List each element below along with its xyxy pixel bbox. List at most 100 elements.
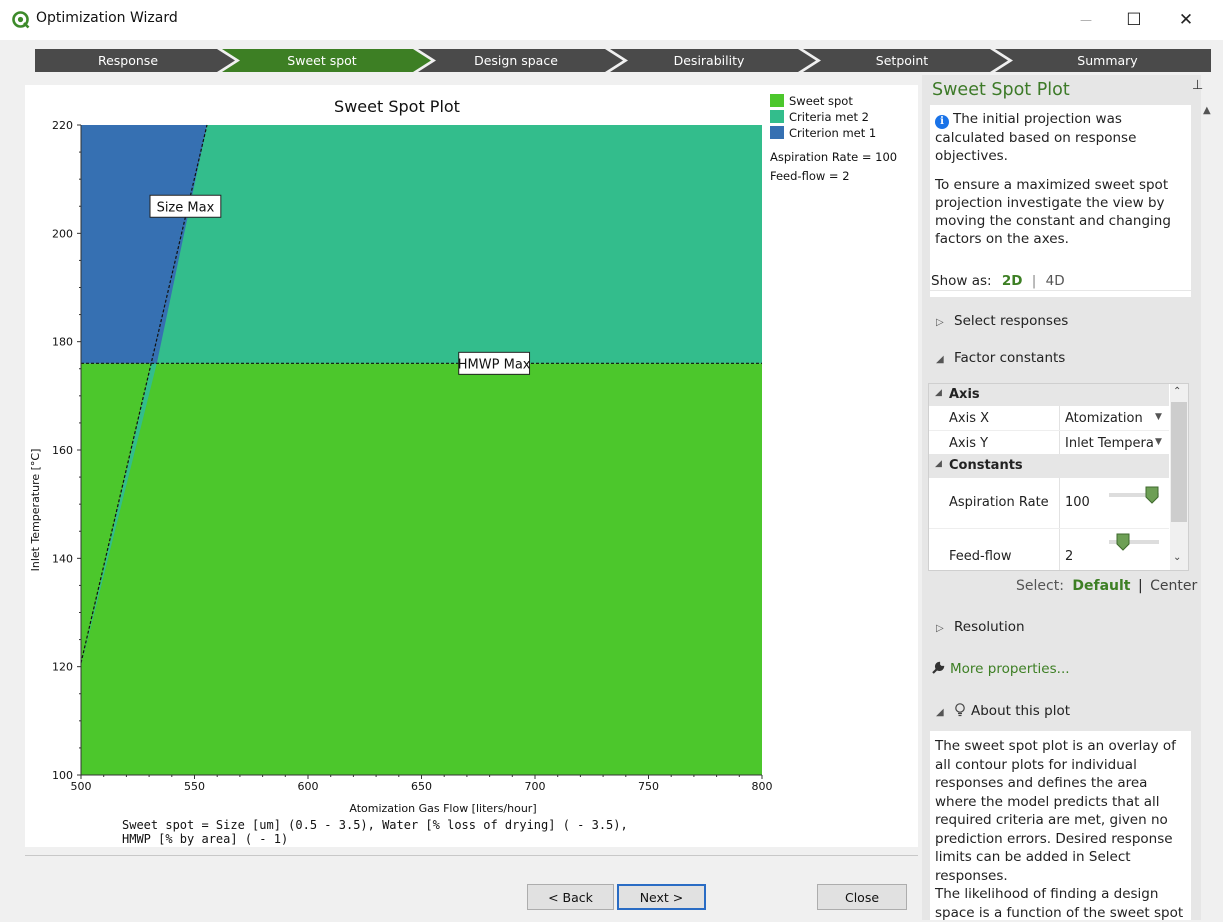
legend-label: Criteria met 2 — [789, 110, 869, 124]
footnote-line-1: Sweet spot = Size [um] (0.5 - 3.5), Wate… — [122, 818, 628, 832]
legend-label: Criterion met 1 — [789, 126, 876, 140]
y-tick-label: 120 — [52, 661, 73, 674]
legend-note: Aspiration Rate = 100 — [770, 150, 897, 164]
boundary-label: HMWP Max — [458, 357, 531, 372]
app-logo-icon — [12, 11, 30, 29]
title-bar: Optimization Wizard — ☐ ✕ — [0, 0, 1223, 40]
x-tick-label: 550 — [184, 780, 205, 793]
factor-grid: ◢ Axis Axis X Atomization ▼ Axis Y Inlet… — [928, 383, 1189, 571]
pin-icon[interactable]: ⊥ — [1192, 78, 1203, 93]
show-as-2d[interactable]: 2D — [1002, 273, 1023, 289]
feedflow-value: 2 — [1065, 549, 1074, 564]
maximize-icon: ☐ — [1126, 10, 1142, 30]
expand-right-icon: ▷ — [936, 317, 944, 328]
properties-panel: Sweet Spot Plot i The initial projection … — [922, 75, 1201, 921]
slider-thumb[interactable] — [1145, 486, 1159, 504]
y-tick-label: 160 — [52, 444, 73, 457]
about-text-1: The sweet spot plot is an overlay of all… — [935, 738, 1176, 884]
x-tick-label: 600 — [298, 780, 319, 793]
slider-thumb[interactable] — [1116, 533, 1130, 551]
x-axis-label: Atomization Gas Flow [liters/hour] — [349, 802, 536, 815]
resolution-section[interactable]: ▷ Resolution — [936, 619, 1025, 635]
grid-row-axis-x: Axis X Atomization ▼ — [929, 406, 1169, 430]
select-label: Select: — [1016, 578, 1064, 594]
about-this-plot-section[interactable]: ◢ About this plot — [936, 703, 1070, 719]
grid-constants-header[interactable]: ◢ Constants — [929, 454, 1169, 478]
panel-scrollbar[interactable] — [1201, 100, 1217, 920]
collapse-down-icon: ◢ — [936, 707, 944, 718]
back-button[interactable]: < Back — [527, 884, 614, 910]
info-text-1: i The initial projection was calculated b… — [935, 110, 1187, 165]
factor-constants-label: Factor constants — [954, 350, 1066, 366]
close-button[interactable]: Close — [817, 884, 907, 910]
grid-scrollbar[interactable]: ⌃ ⌄ — [1170, 384, 1188, 570]
minimize-icon: — — [1080, 13, 1092, 27]
legend-swatch — [770, 110, 784, 123]
show-as-4d[interactable]: 4D — [1046, 273, 1065, 289]
y-tick-label: 140 — [52, 552, 73, 565]
aspiration-slider[interactable] — [1109, 486, 1159, 508]
select-center[interactable]: Center — [1150, 578, 1197, 594]
y-tick-label: 100 — [52, 769, 73, 782]
y-tick-label: 220 — [52, 119, 73, 132]
collapse-down-icon: ◢ — [936, 354, 944, 365]
about-title: About this plot — [971, 703, 1071, 719]
about-text-2: The likelihood of finding a design space… — [935, 886, 1184, 921]
info-line-1: The initial projection was calculated ba… — [935, 111, 1137, 164]
x-tick-label: 750 — [638, 780, 659, 793]
close-window-button[interactable]: ✕ — [1168, 6, 1204, 34]
select-responses-label: Select responses — [954, 313, 1069, 329]
info-text-2: To ensure a maximized sweet spot project… — [935, 177, 1171, 247]
x-tick-label: 650 — [411, 780, 432, 793]
step-desirability[interactable]: Desirability — [619, 49, 799, 72]
lightbulb-icon — [955, 703, 965, 717]
legend-swatch — [770, 94, 784, 107]
step-summary[interactable]: Summary — [1004, 49, 1211, 72]
chart-legend: Sweet spot Criteria met 2 Criterion met 1 A… — [770, 94, 897, 183]
grid-row-axis-y: Axis Y Inlet Tempera ▼ — [929, 430, 1169, 455]
select-row: Select: Default | Center — [1016, 578, 1198, 594]
show-as-label: Show as: — [931, 273, 992, 289]
y-tick-label: 200 — [52, 227, 73, 240]
chart-title: Sweet Spot Plot — [334, 97, 460, 116]
step-design-space[interactable]: Design space — [427, 49, 605, 72]
select-responses-section[interactable]: ▷ Select responses — [936, 313, 1068, 329]
step-setpoint[interactable]: Setpoint — [812, 49, 992, 72]
wrench-icon — [932, 661, 945, 674]
wizard-steps: Response Sweet spot Design space Desirab… — [35, 49, 1211, 72]
grid-row-aspiration: Aspiration Rate 100 — [929, 478, 1169, 528]
dropdown-arrow-icon[interactable]: ▼ — [1155, 437, 1162, 447]
plot-area: 500 550 600 650 700 750 800 100 120 140 160 180 200 2… — [25, 85, 918, 847]
about-box: The sweet spot plot is an overlay of all… — [930, 731, 1191, 921]
y-tick-label: 180 — [52, 336, 73, 349]
legend-label: Sweet spot — [789, 94, 853, 108]
axis-x-select[interactable]: Atomization — [1065, 411, 1143, 426]
x-tick-label: 700 — [525, 780, 546, 793]
select-default[interactable]: Default — [1072, 578, 1130, 594]
step-response[interactable]: Response — [35, 49, 221, 72]
step-sweet-spot[interactable]: Sweet spot — [231, 49, 413, 72]
axis-y-select[interactable]: Inlet Tempera — [1065, 436, 1154, 451]
panel-title: Sweet Spot Plot — [932, 80, 1070, 100]
dropdown-arrow-icon[interactable]: ▼ — [1155, 412, 1162, 422]
next-button[interactable]: Next > — [617, 884, 706, 910]
minimize-button[interactable]: — — [1068, 6, 1104, 34]
more-properties-link[interactable]: More properties... — [931, 661, 1070, 677]
grid-row-feedflow: Feed-flow 2 — [929, 528, 1169, 570]
feedflow-slider[interactable] — [1109, 533, 1159, 555]
aspiration-value: 100 — [1065, 495, 1090, 510]
legend-swatch — [770, 126, 784, 139]
maximize-button[interactable]: ☐ — [1116, 6, 1152, 34]
show-as-row: Show as: 2D | 4D — [931, 273, 1065, 289]
info-box: i The initial projection was calculated b… — [930, 105, 1191, 297]
x-tick-label: 800 — [752, 780, 773, 793]
region-sweet-spot — [81, 363, 762, 775]
info-icon: i — [935, 115, 949, 129]
footnote-line-2: HMWP [% by area] ( - 1) — [122, 832, 288, 846]
scroll-up-icon[interactable]: ▲ — [1203, 105, 1211, 116]
resolution-label: Resolution — [954, 619, 1025, 635]
footer-divider — [25, 855, 918, 856]
factor-constants-section[interactable]: ◢ Factor constants — [936, 350, 1065, 366]
grid-axis-header[interactable]: ◢ Axis — [929, 384, 1169, 406]
legend-note: Feed-flow = 2 — [770, 169, 850, 183]
